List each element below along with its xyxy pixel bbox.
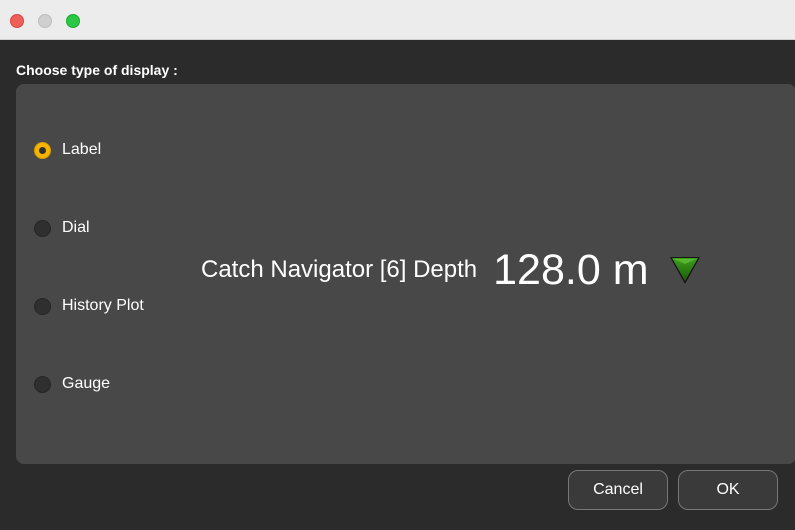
close-window-button[interactable]: [10, 14, 24, 28]
option-dial[interactable]: Dial: [34, 217, 90, 239]
option-gauge[interactable]: Gauge: [34, 373, 110, 395]
radio-button[interactable]: [34, 375, 51, 393]
radio-button[interactable]: [34, 297, 51, 315]
dialog-heading: Choose type of display :: [16, 62, 178, 78]
minimize-window-button[interactable]: [38, 14, 52, 28]
radio-button[interactable]: [34, 219, 51, 237]
display-type-panel: Label Dial History Plot Gauge Catch Navi…: [16, 84, 795, 464]
cancel-button[interactable]: Cancel: [568, 470, 668, 510]
maximize-window-button[interactable]: [66, 14, 80, 28]
option-gauge-text: Gauge: [62, 375, 111, 392]
option-label-text: Label: [62, 141, 102, 158]
option-history-plot[interactable]: History Plot: [34, 295, 144, 317]
preview-value: 128.0 m: [493, 245, 649, 294]
triangle-down-icon: [669, 257, 700, 284]
preview-name: Catch Navigator [6] Depth: [201, 256, 478, 283]
option-history-plot-text: History Plot: [62, 297, 144, 314]
title-bar: [0, 0, 795, 40]
option-label[interactable]: Label: [34, 139, 101, 161]
dialog-body: Choose type of display : Label Dial Hist…: [0, 40, 795, 530]
ok-button[interactable]: OK: [678, 470, 778, 510]
option-dial-text: Dial: [62, 219, 90, 236]
display-preview: Catch Navigator [6] Depth 128.0 m: [201, 242, 701, 298]
radio-button-selected[interactable]: [34, 141, 51, 159]
